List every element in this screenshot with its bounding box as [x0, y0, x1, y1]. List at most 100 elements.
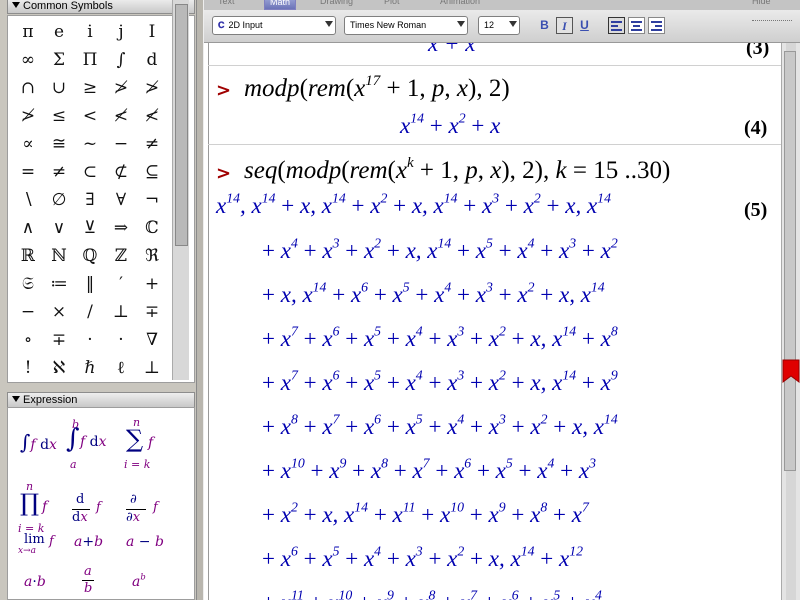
- symbol-button[interactable]: ℜ: [138, 243, 166, 269]
- symbol-button[interactable]: ≯: [138, 75, 166, 101]
- symbol-button[interactable]: ≮: [138, 103, 166, 129]
- tab-drawing[interactable]: Drawing: [320, 0, 353, 8]
- output-5-line-9: + x6 + x5 + x4 + x3 + x2 + x, x14 + x12: [262, 543, 583, 571]
- symbol-button[interactable]: ∘: [14, 327, 42, 353]
- bookmark-flag-icon[interactable]: [782, 358, 800, 384]
- worksheet-scrollbar[interactable]: [781, 43, 800, 600]
- tab-plot[interactable]: Plot: [384, 0, 400, 8]
- symbol-button[interactable]: d: [138, 47, 166, 73]
- symbol-button[interactable]: ∪: [45, 75, 73, 101]
- indefinite-integral-template[interactable]: ∫f dx: [20, 430, 57, 454]
- palette-scrollbar[interactable]: [172, 0, 189, 380]
- symbol-button[interactable]: ∅: [45, 187, 73, 213]
- symbol-button[interactable]: j: [107, 19, 135, 45]
- symbol-button[interactable]: ∫: [107, 47, 135, 73]
- symbol-button[interactable]: ℂ: [138, 215, 166, 241]
- symbol-button[interactable]: !: [14, 355, 42, 381]
- symbol-button[interactable]: ⇒: [107, 215, 135, 241]
- symbol-button[interactable]: Π: [76, 47, 104, 73]
- common-symbols-title: Common Symbols: [23, 0, 113, 12]
- symbol-button[interactable]: <: [76, 103, 104, 129]
- symbol-button[interactable]: −: [107, 131, 135, 157]
- symbol-button[interactable]: −: [14, 299, 42, 325]
- symbol-button[interactable]: ℏ: [76, 355, 104, 381]
- symbol-button[interactable]: ~: [76, 131, 104, 157]
- tab-math[interactable]: Math: [264, 0, 297, 10]
- symbol-button[interactable]: ∖: [14, 187, 42, 213]
- symbol-button[interactable]: ≠: [138, 131, 166, 157]
- symbol-button[interactable]: ∇: [138, 327, 166, 353]
- addition-template[interactable]: a+b: [74, 534, 103, 550]
- symbol-button[interactable]: ℓ: [107, 355, 135, 381]
- subtraction-template[interactable]: a − b: [126, 534, 164, 550]
- symbol-button[interactable]: ≔: [45, 271, 73, 297]
- symbol-button[interactable]: ¬: [138, 187, 166, 213]
- symbol-button[interactable]: ≯: [107, 75, 135, 101]
- hide-button[interactable]: Hide: [752, 0, 771, 8]
- symbol-button[interactable]: ⊂: [76, 159, 104, 185]
- symbol-button[interactable]: =: [14, 159, 42, 185]
- input-line-1[interactable]: modp(rem(x17 + 1, p, x), 2): [244, 73, 510, 103]
- palette-panel: Common Symbols π e i j I ∞ Σ Π ∫ d ∩ ∪ ≥ ≯ ≯ ≯ ≤ < ≮ ≮ ∝ ≅ ~ − ≠…: [0, 0, 196, 600]
- symbol-button[interactable]: ∀: [107, 187, 135, 213]
- symbol-button[interactable]: ⊥: [107, 299, 135, 325]
- symbol-button[interactable]: ℚ: [76, 243, 104, 269]
- symbol-button[interactable]: ·: [76, 327, 104, 353]
- symbol-button[interactable]: ≠: [45, 159, 73, 185]
- font-select[interactable]: Times New Roman: [344, 16, 468, 35]
- align-left-button[interactable]: [608, 17, 625, 34]
- symbol-button[interactable]: ·: [107, 327, 135, 353]
- multiplication-template[interactable]: a·b: [24, 574, 46, 590]
- palette-scroll-thumb[interactable]: [175, 4, 188, 246]
- symbol-button[interactable]: ≮: [107, 103, 135, 129]
- symbol-button[interactable]: i: [76, 19, 104, 45]
- symbol-button[interactable]: Σ: [45, 47, 73, 73]
- symbol-button[interactable]: ≅: [45, 131, 73, 157]
- symbol-button[interactable]: ×: [45, 299, 73, 325]
- italic-button[interactable]: I: [556, 17, 573, 34]
- symbol-button[interactable]: ∞: [14, 47, 42, 73]
- align-center-button[interactable]: [628, 17, 645, 34]
- expression-header[interactable]: Expression: [7, 392, 195, 408]
- symbol-button[interactable]: ‖: [76, 271, 104, 297]
- symbol-button[interactable]: ∝: [14, 131, 42, 157]
- symbol-button[interactable]: I: [138, 19, 166, 45]
- symbol-button[interactable]: ⊄: [107, 159, 135, 185]
- underline-button[interactable]: U: [576, 17, 593, 34]
- output-5-line-3: + x, x14 + x6 + x5 + x4 + x3 + x2 + x, x…: [262, 279, 605, 307]
- worksheet[interactable]: x + x (3) > modp(rem(x17 + 1, p, x), 2) …: [204, 43, 781, 600]
- tab-text[interactable]: Text: [218, 0, 235, 8]
- symbol-button[interactable]: e: [45, 19, 73, 45]
- input-mode-select[interactable]: 𝐂 2D Input: [212, 16, 336, 35]
- symbol-button[interactable]: ≯: [14, 103, 42, 129]
- symbol-button[interactable]: ∨: [45, 215, 73, 241]
- font-size-select[interactable]: 12: [478, 16, 520, 35]
- symbol-button[interactable]: ℵ: [45, 355, 73, 381]
- scroll-thumb[interactable]: [784, 51, 796, 471]
- symbol-button[interactable]: +: [138, 271, 166, 297]
- tab-animation[interactable]: Animation: [440, 0, 480, 8]
- symbol-button[interactable]: ⊆: [138, 159, 166, 185]
- power-template[interactable]: ab: [132, 573, 146, 590]
- align-right-button[interactable]: [648, 17, 665, 34]
- panel-splitter[interactable]: [196, 0, 204, 600]
- symbol-button[interactable]: ≤: [45, 103, 73, 129]
- symbol-button[interactable]: π: [14, 19, 42, 45]
- symbol-button[interactable]: ℝ: [14, 243, 42, 269]
- symbol-button[interactable]: ℤ: [107, 243, 135, 269]
- symbol-button[interactable]: ∓: [138, 299, 166, 325]
- input-line-2[interactable]: seq(modp(rem(xk + 1, p, x), 2), k = 15 .…: [244, 155, 670, 185]
- bold-button[interactable]: B: [536, 17, 553, 34]
- symbol-button[interactable]: 𝔖: [14, 271, 42, 297]
- symbol-button[interactable]: ∩: [14, 75, 42, 101]
- symbol-button[interactable]: /: [76, 299, 104, 325]
- symbol-button[interactable]: ∃: [76, 187, 104, 213]
- symbol-button[interactable]: ∧: [14, 215, 42, 241]
- common-symbols-header[interactable]: Common Symbols: [7, 0, 195, 14]
- symbol-button[interactable]: ∓: [45, 327, 73, 353]
- symbol-button[interactable]: ≥: [76, 75, 104, 101]
- symbol-button[interactable]: ℕ: [45, 243, 73, 269]
- symbol-button[interactable]: ⊥: [138, 355, 166, 381]
- symbol-button[interactable]: ⊻: [76, 215, 104, 241]
- symbol-button[interactable]: ′: [107, 271, 135, 297]
